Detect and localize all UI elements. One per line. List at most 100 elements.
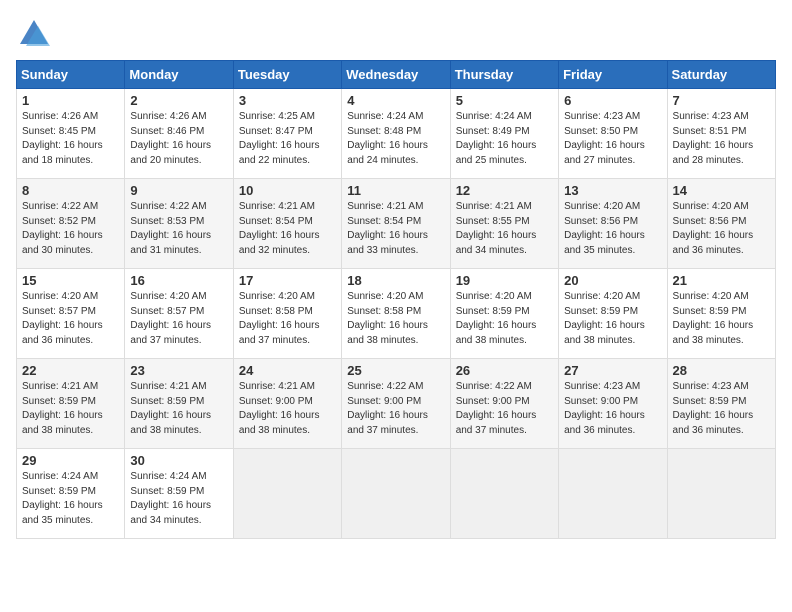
day-info: Sunrise: 4:22 AM Sunset: 9:00 PM Dayligh… (347, 380, 444, 438)
calendar-day-cell: 6Sunrise: 4:23 AM Sunset: 8:50 PM Daylig… (559, 89, 667, 179)
day-info: Sunrise: 4:23 AM Sunset: 8:59 PM Dayligh… (673, 380, 770, 438)
day-info: Sunrise: 4:22 AM Sunset: 8:52 PM Dayligh… (22, 200, 119, 258)
calendar-day-cell: 21 Sunrise: 4:20 AM Sunset: 8:59 PM Dayli… (667, 269, 775, 359)
calendar-day-cell: 28 Sunrise: 4:23 AM Sunset: 8:59 PM Dayli… (667, 359, 775, 449)
header (16, 16, 776, 52)
day-number: 4 (347, 93, 444, 108)
day-number: 15 (22, 273, 119, 288)
day-info: Sunrise: 4:20 AM Sunset: 8:57 PM Dayligh… (22, 290, 119, 348)
day-info: Sunrise: 4:21 AM Sunset: 8:55 PM Dayligh… (456, 200, 553, 258)
day-number: 12 (456, 183, 553, 198)
calendar-day-cell: 26 Sunrise: 4:22 AM Sunset: 9:00 PM Dayli… (450, 359, 558, 449)
day-number: 3 (239, 93, 336, 108)
day-number: 29 (22, 453, 119, 468)
day-info: Sunrise: 4:21 AM Sunset: 8:54 PM Dayligh… (347, 200, 444, 258)
day-info: Sunrise: 4:20 AM Sunset: 8:56 PM Dayligh… (564, 200, 661, 258)
day-number: 18 (347, 273, 444, 288)
calendar-day-cell: 1 Sunrise: 4:26 AM Sunset: 8:45 PM Daylig… (17, 89, 125, 179)
calendar-day-cell: 2Sunrise: 4:26 AM Sunset: 8:46 PM Daylig… (125, 89, 233, 179)
calendar-day-cell: 19Sunrise: 4:20 AM Sunset: 8:59 PM Dayli… (450, 269, 558, 359)
calendar-day-cell (667, 449, 775, 539)
day-number: 10 (239, 183, 336, 198)
day-info: Sunrise: 4:20 AM Sunset: 8:58 PM Dayligh… (347, 290, 444, 348)
day-info: Sunrise: 4:20 AM Sunset: 8:56 PM Dayligh… (673, 200, 770, 258)
day-info: Sunrise: 4:20 AM Sunset: 8:59 PM Dayligh… (456, 290, 553, 348)
calendar-day-cell: 27 Sunrise: 4:23 AM Sunset: 9:00 PM Dayli… (559, 359, 667, 449)
day-number: 21 (673, 273, 770, 288)
day-info: Sunrise: 4:20 AM Sunset: 8:59 PM Dayligh… (564, 290, 661, 348)
day-number: 22 (22, 363, 119, 378)
calendar-day-cell: 11 Sunrise: 4:21 AM Sunset: 8:54 PM Dayli… (342, 179, 450, 269)
calendar-day-cell (233, 449, 341, 539)
weekday-header-cell: Thursday (450, 61, 558, 89)
calendar-day-cell: 12 Sunrise: 4:21 AM Sunset: 8:55 PM Dayli… (450, 179, 558, 269)
weekday-header-cell: Saturday (667, 61, 775, 89)
day-number: 26 (456, 363, 553, 378)
calendar-day-cell: 14 Sunrise: 4:20 AM Sunset: 8:56 PM Dayli… (667, 179, 775, 269)
day-number: 7 (673, 93, 770, 108)
calendar-day-cell: 23Sunrise: 4:21 AM Sunset: 8:59 PM Dayli… (125, 359, 233, 449)
day-number: 13 (564, 183, 661, 198)
day-info: Sunrise: 4:20 AM Sunset: 8:58 PM Dayligh… (239, 290, 336, 348)
weekday-header-cell: Monday (125, 61, 233, 89)
calendar-day-cell: 13 Sunrise: 4:20 AM Sunset: 8:56 PM Dayli… (559, 179, 667, 269)
calendar-day-cell: 24 Sunrise: 4:21 AM Sunset: 9:00 PM Dayli… (233, 359, 341, 449)
day-number: 20 (564, 273, 661, 288)
calendar-day-cell: 7Sunrise: 4:23 AM Sunset: 8:51 PM Daylig… (667, 89, 775, 179)
day-number: 25 (347, 363, 444, 378)
calendar-day-cell: 8 Sunrise: 4:22 AM Sunset: 8:52 PM Daylig… (17, 179, 125, 269)
day-number: 17 (239, 273, 336, 288)
weekday-header-cell: Wednesday (342, 61, 450, 89)
day-info: Sunrise: 4:22 AM Sunset: 9:00 PM Dayligh… (456, 380, 553, 438)
weekday-header-cell: Friday (559, 61, 667, 89)
day-info: Sunrise: 4:24 AM Sunset: 8:49 PM Dayligh… (456, 110, 553, 168)
calendar-day-cell: 18 Sunrise: 4:20 AM Sunset: 8:58 PM Dayli… (342, 269, 450, 359)
day-info: Sunrise: 4:24 AM Sunset: 8:59 PM Dayligh… (130, 470, 227, 528)
day-number: 28 (673, 363, 770, 378)
day-number: 16 (130, 273, 227, 288)
calendar-day-cell: 15 Sunrise: 4:20 AM Sunset: 8:57 PM Dayli… (17, 269, 125, 359)
day-number: 1 (22, 93, 119, 108)
day-number: 14 (673, 183, 770, 198)
day-number: 9 (130, 183, 227, 198)
day-number: 11 (347, 183, 444, 198)
calendar-day-cell: 9 Sunrise: 4:22 AM Sunset: 8:53 PM Daylig… (125, 179, 233, 269)
calendar-week-row: 15 Sunrise: 4:20 AM Sunset: 8:57 PM Dayli… (17, 269, 776, 359)
day-info: Sunrise: 4:24 AM Sunset: 8:48 PM Dayligh… (347, 110, 444, 168)
day-info: Sunrise: 4:21 AM Sunset: 8:59 PM Dayligh… (22, 380, 119, 438)
calendar-week-row: 29 Sunrise: 4:24 AM Sunset: 8:59 PM Dayli… (17, 449, 776, 539)
day-number: 24 (239, 363, 336, 378)
day-info: Sunrise: 4:20 AM Sunset: 8:59 PM Dayligh… (673, 290, 770, 348)
logo (16, 16, 56, 52)
day-info: Sunrise: 4:25 AM Sunset: 8:47 PM Dayligh… (239, 110, 336, 168)
logo-icon (16, 16, 52, 52)
day-number: 30 (130, 453, 227, 468)
calendar-day-cell (450, 449, 558, 539)
day-info: Sunrise: 4:26 AM Sunset: 8:46 PM Dayligh… (130, 110, 227, 168)
calendar-day-cell: 3 Sunrise: 4:25 AM Sunset: 8:47 PM Daylig… (233, 89, 341, 179)
calendar-day-cell: 29 Sunrise: 4:24 AM Sunset: 8:59 PM Dayli… (17, 449, 125, 539)
day-number: 27 (564, 363, 661, 378)
calendar-body: 1 Sunrise: 4:26 AM Sunset: 8:45 PM Daylig… (17, 89, 776, 539)
calendar-week-row: 22 Sunrise: 4:21 AM Sunset: 8:59 PM Dayli… (17, 359, 776, 449)
calendar-day-cell: 5Sunrise: 4:24 AM Sunset: 8:49 PM Daylig… (450, 89, 558, 179)
calendar-day-cell: 30 Sunrise: 4:24 AM Sunset: 8:59 PM Dayli… (125, 449, 233, 539)
calendar-week-row: 1 Sunrise: 4:26 AM Sunset: 8:45 PM Daylig… (17, 89, 776, 179)
calendar-day-cell: 10 Sunrise: 4:21 AM Sunset: 8:54 PM Dayli… (233, 179, 341, 269)
day-number: 6 (564, 93, 661, 108)
day-info: Sunrise: 4:22 AM Sunset: 8:53 PM Dayligh… (130, 200, 227, 258)
calendar-day-cell: 22 Sunrise: 4:21 AM Sunset: 8:59 PM Dayli… (17, 359, 125, 449)
day-info: Sunrise: 4:24 AM Sunset: 8:59 PM Dayligh… (22, 470, 119, 528)
day-number: 8 (22, 183, 119, 198)
day-info: Sunrise: 4:26 AM Sunset: 8:45 PM Dayligh… (22, 110, 119, 168)
calendar-day-cell: 20 Sunrise: 4:20 AM Sunset: 8:59 PM Dayli… (559, 269, 667, 359)
day-info: Sunrise: 4:21 AM Sunset: 9:00 PM Dayligh… (239, 380, 336, 438)
day-info: Sunrise: 4:23 AM Sunset: 9:00 PM Dayligh… (564, 380, 661, 438)
day-info: Sunrise: 4:21 AM Sunset: 8:54 PM Dayligh… (239, 200, 336, 258)
calendar-day-cell (342, 449, 450, 539)
calendar-day-cell: 17 Sunrise: 4:20 AM Sunset: 8:58 PM Dayli… (233, 269, 341, 359)
day-info: Sunrise: 4:20 AM Sunset: 8:57 PM Dayligh… (130, 290, 227, 348)
calendar-week-row: 8 Sunrise: 4:22 AM Sunset: 8:52 PM Daylig… (17, 179, 776, 269)
calendar-day-cell: 25 Sunrise: 4:22 AM Sunset: 9:00 PM Dayli… (342, 359, 450, 449)
weekday-header-row: SundayMondayTuesdayWednesdayThursdayFrid… (17, 61, 776, 89)
